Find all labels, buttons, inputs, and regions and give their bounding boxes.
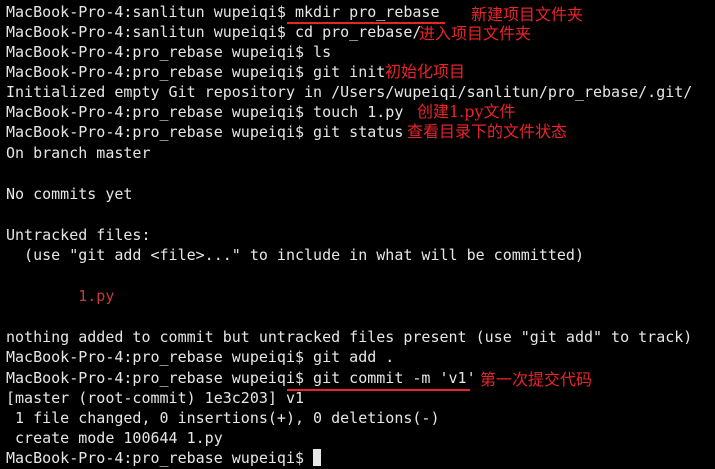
terminal-line: 1 file changed, 0 insertions(+), 0 delet… — [6, 409, 440, 427]
git-commit-annotation: 第一次提交代码 — [480, 370, 593, 389]
terminal-line: [master (root-commit) 1e3c203] v1 — [6, 389, 305, 407]
terminal-line: MacBook-Pro-4:sanlitun wupeiqi$ mkdir pr… — [6, 3, 440, 21]
terminal-line: create mode 100644 1.py — [6, 429, 223, 447]
touch-annotation: 创建1.py文件 — [417, 102, 516, 121]
terminal-line: MacBook-Pro-4:pro_rebase wupeiqi$ git st… — [6, 123, 404, 141]
terminal-line: No commits yet — [6, 185, 133, 203]
text-cursor — [313, 449, 322, 466]
terminal-prompt-line[interactable]: MacBook-Pro-4:pro_rebase wupeiqi$ — [6, 448, 322, 468]
terminal-line: MacBook-Pro-4:sanlitun wupeiqi$ cd pro_r… — [6, 23, 422, 41]
mkdir-annotation: 新建项目文件夹 — [471, 5, 584, 24]
terminal-window[interactable]: MacBook-Pro-4:sanlitun wupeiqi$ mkdir pr… — [0, 0, 715, 469]
terminal-line: nothing added to commit but untracked fi… — [6, 328, 693, 346]
prompt-text: MacBook-Pro-4:pro_rebase wupeiqi$ — [6, 449, 314, 467]
cd-annotation: 进入项目文件夹 — [419, 24, 532, 43]
git-init-annotation: 初始化项目 — [385, 62, 466, 81]
terminal-line: (use "git add <file>..." to include in w… — [6, 246, 584, 264]
terminal-line: On branch master — [6, 144, 151, 162]
terminal-line: Untracked files: — [6, 226, 151, 244]
terminal-line: Initialized empty Git repository in /Use… — [6, 83, 693, 101]
terminal-line: MacBook-Pro-4:pro_rebase wupeiqi$ git co… — [6, 369, 476, 387]
git-status-annotation: 查看目录下的文件状态 — [407, 122, 568, 141]
terminal-line: MacBook-Pro-4:pro_rebase wupeiqi$ git in… — [6, 63, 386, 81]
terminal-line: MacBook-Pro-4:pro_rebase wupeiqi$ ls — [6, 43, 332, 61]
terminal-line: MacBook-Pro-4:pro_rebase wupeiqi$ touch … — [6, 103, 404, 121]
terminal-line: MacBook-Pro-4:pro_rebase wupeiqi$ git ad… — [6, 348, 395, 366]
untracked-file-entry: 1.py — [6, 287, 115, 305]
git-commit-underline — [287, 389, 470, 391]
